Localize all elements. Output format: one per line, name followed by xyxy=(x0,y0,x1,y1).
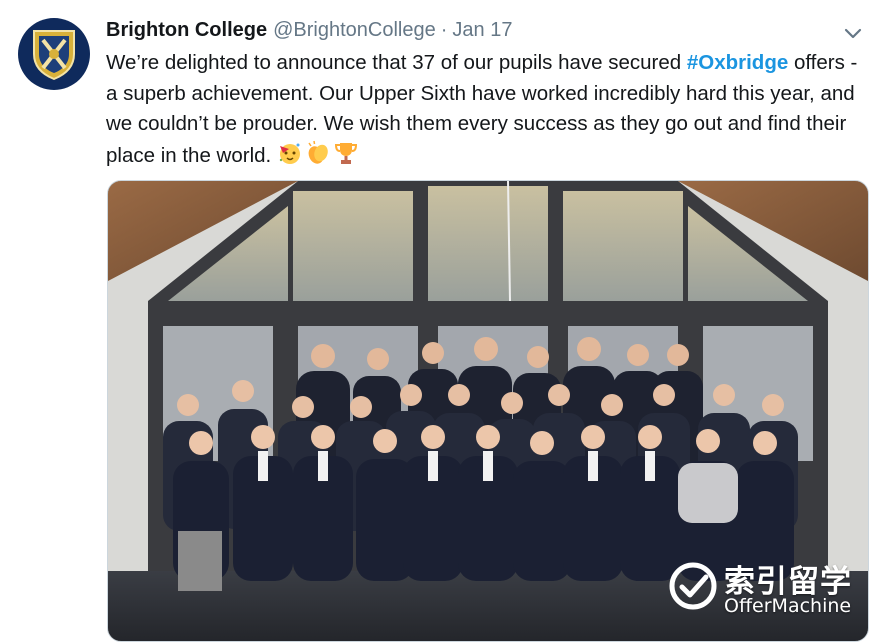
tweet-text-part-1: We’re delighted to announce that 37 of o… xyxy=(106,51,687,74)
watermark: 索引留学 OfferMachine xyxy=(668,556,868,620)
tweet-text: We’re delighted to announce that 37 of o… xyxy=(106,48,870,171)
trophy-emoji xyxy=(334,142,357,164)
hashtag-oxbridge[interactable]: #Oxbridge xyxy=(687,51,788,74)
chevron-down-icon[interactable] xyxy=(842,22,864,44)
party-face-emoji xyxy=(279,143,300,164)
college-crest-icon xyxy=(33,30,75,80)
offermachine-logo-icon xyxy=(669,562,717,610)
tweet-header: Brighton College @BrightonCollege · Jan … xyxy=(106,19,864,47)
tweet-date[interactable]: Jan 17 xyxy=(452,19,512,42)
avatar[interactable] xyxy=(18,18,90,90)
separator-dot: · xyxy=(440,19,448,41)
author-handle[interactable]: @BrightonCollege xyxy=(273,19,436,42)
clapping-hands-emoji xyxy=(308,140,328,164)
watermark-english-text: OfferMachine xyxy=(724,595,852,617)
author-name[interactable]: Brighton College xyxy=(106,19,267,42)
